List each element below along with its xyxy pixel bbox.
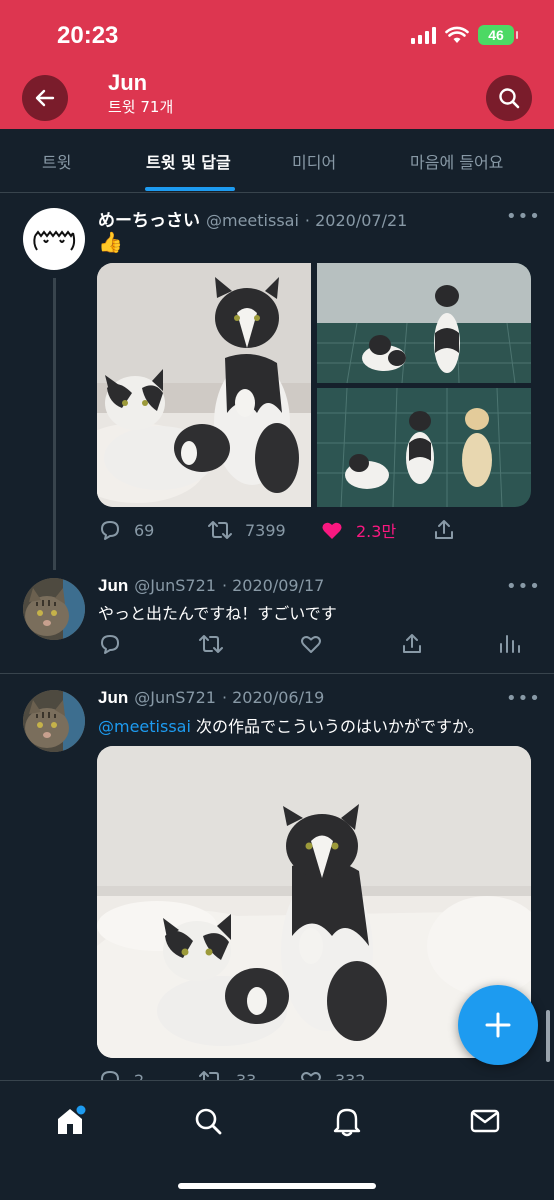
tweet-divider xyxy=(0,673,554,674)
share-icon xyxy=(403,634,421,653)
tweet-text: @meetissai 次の作品でこういうのはいかがですか。 xyxy=(98,713,484,737)
retweet-icon xyxy=(208,521,232,539)
share-button[interactable] xyxy=(432,518,456,542)
profile-name: Jun xyxy=(108,70,148,95)
author-name[interactable]: Jun xyxy=(98,576,128,596)
heart-icon xyxy=(301,636,321,653)
nav-messages[interactable] xyxy=(465,1101,505,1141)
active-tab-indicator xyxy=(145,187,235,191)
avatar[interactable] xyxy=(23,690,85,752)
nav-home[interactable] xyxy=(50,1101,90,1141)
tweet-date: · 2020/09/17 xyxy=(221,576,325,595)
wifi-icon xyxy=(445,26,469,43)
mail-icon xyxy=(470,1109,500,1133)
arrow-left-icon xyxy=(35,89,55,107)
tab-media[interactable]: 미디어 xyxy=(292,149,336,173)
analytics-button[interactable] xyxy=(498,632,520,656)
like-button[interactable] xyxy=(299,632,323,656)
tab-tweets-replies[interactable]: 트윗 및 답글 xyxy=(146,149,231,173)
battery-icon: 46 xyxy=(478,25,518,45)
retweet-icon xyxy=(199,635,223,653)
search-button[interactable] xyxy=(486,75,532,121)
mention-link[interactable]: @meetissai xyxy=(98,717,191,736)
bell-icon xyxy=(333,1108,361,1137)
home-indicator xyxy=(178,1183,376,1189)
battery-level: 46 xyxy=(488,27,504,43)
plus-icon xyxy=(485,1012,511,1038)
bottom-navigation xyxy=(0,1080,554,1200)
compose-tweet-button[interactable] xyxy=(458,985,538,1065)
heart-filled-icon xyxy=(322,522,342,539)
profile-header: 20:23 46 Jun 트윗 71개 xyxy=(0,0,554,129)
tweet-header: Jun @JunS721 · 2020/06/19 xyxy=(98,688,324,708)
search-icon xyxy=(195,1108,222,1135)
avatar[interactable] xyxy=(23,578,85,640)
cat-photo-collage xyxy=(97,263,531,507)
more-options-icon[interactable]: ••• xyxy=(506,206,541,227)
reply-button[interactable] xyxy=(98,632,122,656)
reply-count: 69 xyxy=(134,520,155,540)
retweet-button[interactable]: 7399 xyxy=(207,518,286,542)
signal-icon xyxy=(411,26,436,44)
scrollbar[interactable] xyxy=(546,1010,550,1062)
tweet-media-grid[interactable] xyxy=(97,263,531,507)
tweet-date: · 2020/06/19 xyxy=(221,688,325,707)
tabby-cat-avatar xyxy=(23,578,85,640)
author-handle[interactable]: @JunS721 xyxy=(134,688,216,707)
face-doodle-icon xyxy=(33,230,76,251)
more-options-icon[interactable]: ••• xyxy=(506,576,541,597)
tweet-count: 트윗 71개 xyxy=(108,98,174,116)
tab-likes[interactable]: 마음에 들어요 xyxy=(410,149,503,173)
author-name[interactable]: めーちっさい xyxy=(98,206,200,231)
reply-button[interactable]: 69 xyxy=(98,518,154,542)
like-count: 2.3만 xyxy=(356,522,397,541)
tweet-text: 👍 xyxy=(98,230,123,254)
author-name[interactable]: Jun xyxy=(98,688,128,708)
tweet-date: · 2020/07/21 xyxy=(304,211,408,230)
tab-tweets[interactable]: 트윗 xyxy=(42,149,71,173)
status-icons: 46 xyxy=(411,25,518,45)
tweet-header: Jun @JunS721 · 2020/09/17 xyxy=(98,576,324,596)
avatar[interactable] xyxy=(23,208,85,270)
analytics-icon xyxy=(500,635,520,653)
tweet-body: 次の作品でこういうのはいかがですか。 xyxy=(190,717,484,736)
retweet-button[interactable] xyxy=(198,632,224,656)
tweet-text: やっと出たんですね！すごいです xyxy=(98,604,337,623)
nav-search[interactable] xyxy=(188,1101,228,1141)
profile-tabs: 트윗 트윗 및 답글 미디어 마음에 들어요 xyxy=(0,129,554,193)
more-options-icon[interactable]: ••• xyxy=(506,688,541,709)
thread-line xyxy=(53,278,56,570)
home-icon xyxy=(58,1105,86,1134)
back-button[interactable] xyxy=(22,75,68,121)
reply-icon xyxy=(101,521,119,540)
reply-icon xyxy=(101,635,119,654)
tabby-cat-avatar xyxy=(23,690,85,752)
tweet-header: めーちっさい @meetissai · 2020/07/21 xyxy=(98,206,407,231)
share-icon xyxy=(435,520,453,539)
author-handle[interactable]: @JunS721 xyxy=(134,576,216,595)
status-time: 20:23 xyxy=(57,22,119,49)
like-button[interactable]: 2.3만 xyxy=(320,518,396,542)
author-handle[interactable]: @meetissai xyxy=(206,211,299,230)
share-button[interactable] xyxy=(400,632,424,656)
search-icon xyxy=(499,88,520,109)
nav-notifications[interactable] xyxy=(327,1101,367,1141)
retweet-count: 7399 xyxy=(245,520,286,540)
